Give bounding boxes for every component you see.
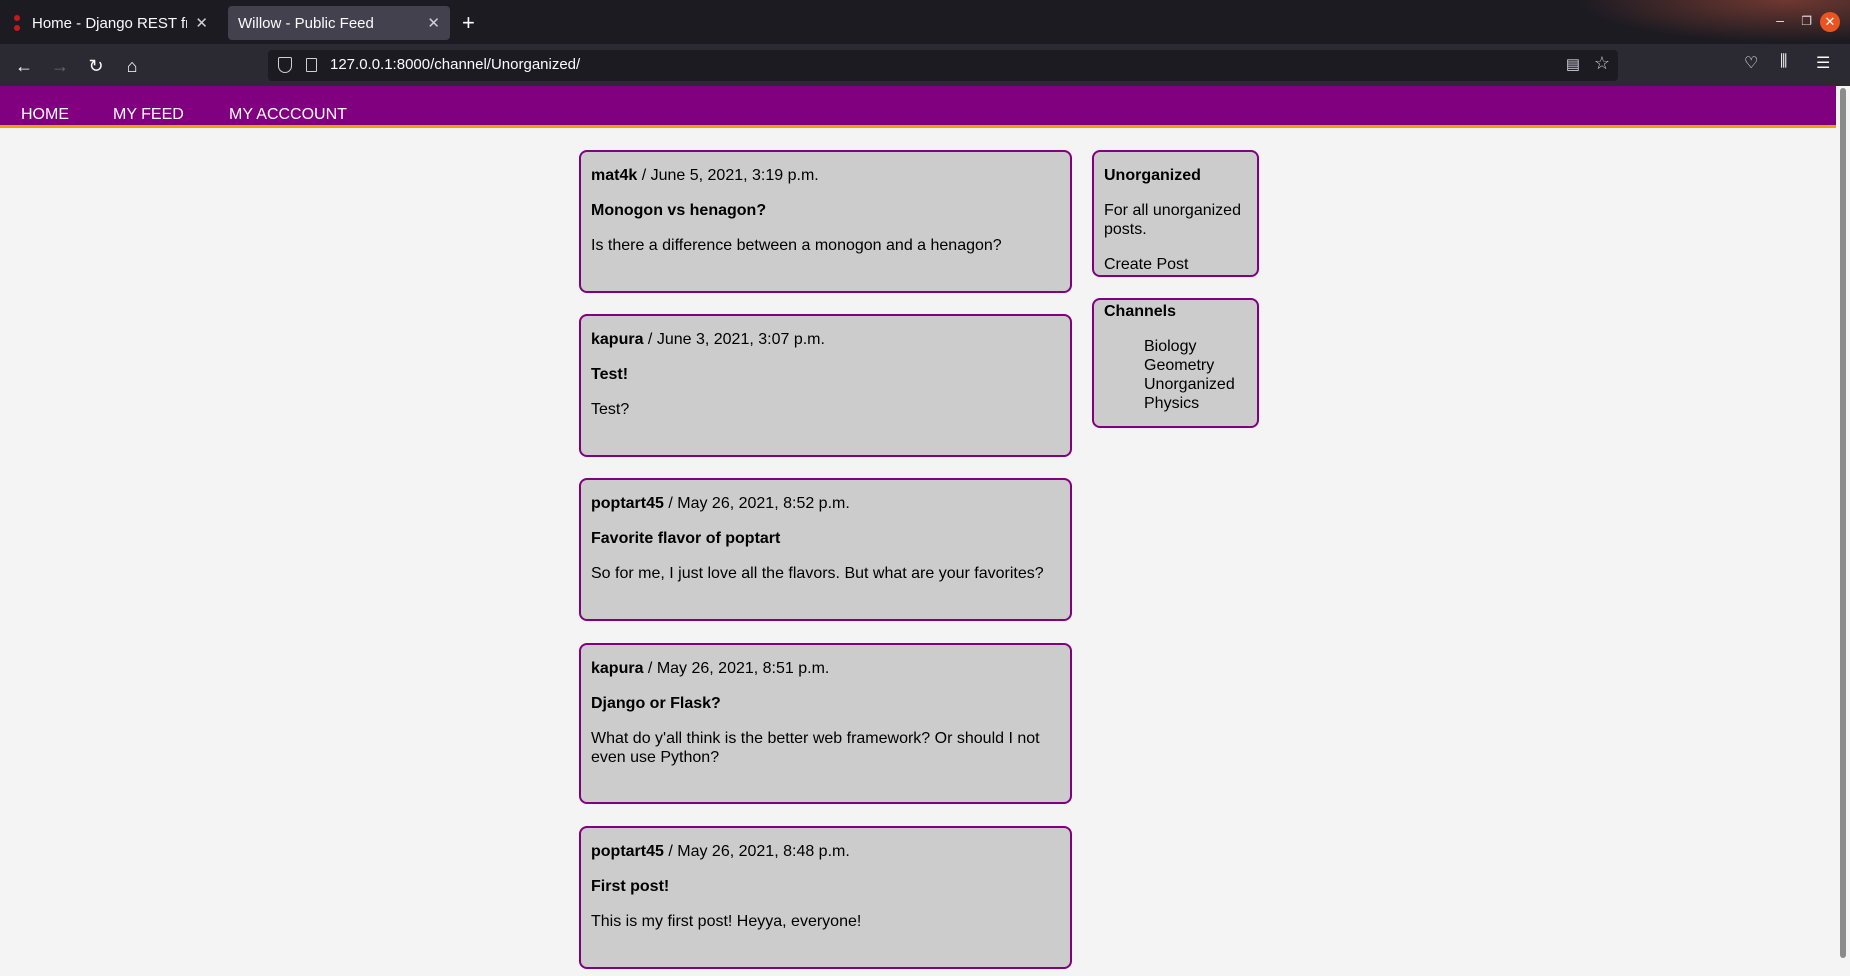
post-title[interactable]: Django or Flask? <box>591 694 1060 714</box>
nav-my-feed-link[interactable]: MY FEED <box>113 106 184 124</box>
browser-toolbar: ← → ↻ ⌂ 127.0.0.1:8000/channel/Unorganiz… <box>0 44 1850 86</box>
bookmark-star-icon[interactable]: ☆ <box>1594 53 1610 74</box>
post-title[interactable]: First post! <box>591 877 1060 897</box>
post-card[interactable]: mat4k / June 5, 2021, 3:19 p.m. Monogon … <box>579 150 1072 293</box>
minimize-window-icon[interactable]: – <box>1776 12 1784 28</box>
post-card[interactable]: poptart45 / May 26, 2021, 8:48 p.m. Firs… <box>579 826 1072 969</box>
restore-window-icon[interactable]: ❐ <box>1801 14 1812 28</box>
back-arrow-icon[interactable]: ← <box>10 52 38 80</box>
new-tab-plus-icon[interactable]: + <box>462 10 475 36</box>
post-author[interactable]: kapura <box>591 660 643 677</box>
post-date: / May 26, 2021, 8:51 p.m. <box>647 660 830 677</box>
reload-icon[interactable]: ↻ <box>82 52 110 80</box>
post-author[interactable]: mat4k <box>591 167 637 184</box>
channels-heading: Channels <box>1104 303 1177 320</box>
channel-link-biology[interactable]: Biology <box>1144 337 1247 356</box>
post-meta: poptart45 / May 26, 2021, 8:48 p.m. <box>591 842 1060 862</box>
create-post-link[interactable]: Create Post <box>1104 255 1247 274</box>
page-viewport: HOME MY FEED MY ACCCOUNT mat4k / June 5,… <box>0 86 1850 976</box>
nav-home-link[interactable]: HOME <box>21 106 69 124</box>
post-date: / May 26, 2021, 8:48 p.m. <box>668 843 850 860</box>
post-card[interactable]: kapura / May 26, 2021, 8:51 p.m. Django … <box>579 643 1072 804</box>
tab-django-rest[interactable]: Home - Django REST framework ✕ <box>4 6 218 40</box>
post-author[interactable]: poptart45 <box>591 843 664 860</box>
post-date: / May 26, 2021, 8:52 p.m. <box>668 495 850 512</box>
tracking-shield-icon[interactable] <box>278 57 292 73</box>
django-favicon-icon <box>14 15 22 31</box>
page-info-icon[interactable] <box>306 58 317 72</box>
channel-link-unorganized[interactable]: Unorganized <box>1144 375 1247 394</box>
reader-view-icon[interactable]: ▤ <box>1566 55 1580 73</box>
post-title[interactable]: Monogon vs henagon? <box>591 201 1060 221</box>
url-text[interactable]: 127.0.0.1:8000/channel/Unorganized/ <box>330 56 580 73</box>
post-author[interactable]: poptart45 <box>591 495 664 512</box>
pocket-icon[interactable]: ♡ <box>1744 53 1758 73</box>
post-body: This is my first post! Heyya, everyone! <box>591 913 862 930</box>
browser-tab-bar: Home - Django REST framework ✕ Willow - … <box>0 0 1850 44</box>
post-title[interactable]: Test! <box>591 365 1060 385</box>
nav-my-account-link[interactable]: MY ACCCOUNT <box>229 106 347 124</box>
post-meta: kapura / June 3, 2021, 3:07 p.m. <box>591 330 1060 350</box>
site-navigation: HOME MY FEED MY ACCCOUNT <box>0 86 1836 128</box>
post-body: Test? <box>591 401 630 418</box>
channel-link-geometry[interactable]: Geometry <box>1144 356 1247 375</box>
post-date: / June 3, 2021, 3:07 p.m. <box>647 331 825 348</box>
post-meta: poptart45 / May 26, 2021, 8:52 p.m. <box>591 494 1060 514</box>
tab-label: Home - Django REST framework <box>32 14 187 32</box>
close-tab-icon[interactable]: ✕ <box>195 14 208 32</box>
app-menu-icon[interactable]: ☰ <box>1816 53 1830 73</box>
channel-name: Unorganized <box>1104 167 1201 184</box>
close-tab-icon[interactable]: ✕ <box>427 14 440 32</box>
post-author[interactable]: kapura <box>591 331 643 348</box>
tab-label: Willow - Public Feed <box>238 14 374 32</box>
post-date: / June 5, 2021, 3:19 p.m. <box>641 167 819 184</box>
address-bar[interactable]: 127.0.0.1:8000/channel/Unorganized/ ▤ ☆ <box>268 50 1618 81</box>
post-meta: mat4k / June 5, 2021, 3:19 p.m. <box>591 166 1060 186</box>
library-icon[interactable]: ⫼ <box>1780 53 1787 71</box>
close-window-icon[interactable]: ✕ <box>1820 12 1840 32</box>
scrollbar-thumb[interactable] <box>1840 88 1846 958</box>
channel-link-physics[interactable]: Physics <box>1144 394 1247 413</box>
page-scrollbar[interactable] <box>1836 86 1850 976</box>
forward-arrow-icon[interactable]: → <box>46 52 74 80</box>
post-body: Is there a difference between a monogon … <box>591 237 1002 254</box>
channel-list: Biology Geometry Unorganized Physics <box>1104 337 1247 413</box>
channel-description: For all unorganized posts. <box>1104 202 1241 238</box>
home-icon[interactable]: ⌂ <box>118 52 146 80</box>
post-title[interactable]: Favorite flavor of poptart <box>591 529 1060 549</box>
tab-willow-public-feed[interactable]: Willow - Public Feed ✕ <box>228 6 450 40</box>
post-card[interactable]: kapura / June 3, 2021, 3:07 p.m. Test! T… <box>579 314 1072 457</box>
post-body: What do y'all think is the better web fr… <box>591 730 1040 766</box>
post-body: So for me, I just love all the flavors. … <box>591 565 1044 582</box>
post-card[interactable]: poptart45 / May 26, 2021, 8:52 p.m. Favo… <box>579 478 1072 621</box>
channels-card: Channels Biology Geometry Unorganized Ph… <box>1092 298 1259 428</box>
post-meta: kapura / May 26, 2021, 8:51 p.m. <box>591 659 1060 679</box>
tabbar-glow <box>1430 0 1850 44</box>
channel-info-card: Unorganized For all unorganized posts. C… <box>1092 150 1259 277</box>
